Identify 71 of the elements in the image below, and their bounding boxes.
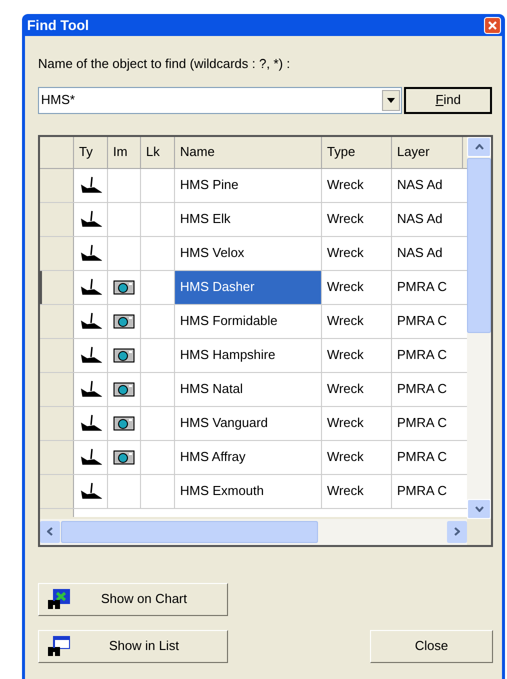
wreck-icon bbox=[80, 210, 102, 228]
layer-cell-text: PMRA C bbox=[396, 414, 448, 432]
type-cell: Wreck bbox=[322, 236, 392, 270]
type-cell: Wreck bbox=[322, 168, 392, 202]
camera-icon bbox=[113, 313, 135, 329]
type-cell: Wreck bbox=[322, 202, 392, 236]
row-header[interactable] bbox=[40, 270, 74, 304]
horizontal-scrollbar[interactable] bbox=[40, 518, 467, 544]
camera-icon bbox=[113, 279, 135, 295]
wreck-icon bbox=[80, 414, 102, 432]
layer-cell-text: PMRA C bbox=[396, 482, 448, 500]
show-on-chart-button[interactable]: Show on Chart bbox=[38, 582, 228, 616]
name-cell[interactable]: HMS Elk bbox=[175, 202, 322, 236]
wreck-icon bbox=[80, 312, 102, 330]
type-cell: Wreck bbox=[322, 474, 392, 508]
type-cell: Wreck bbox=[322, 406, 392, 440]
name-cell[interactable]: HMS Dasher bbox=[175, 270, 322, 304]
name-cell[interactable]: HMS Formidable bbox=[175, 304, 322, 338]
camera-icon bbox=[113, 381, 135, 397]
type-cell: Wreck bbox=[322, 338, 392, 372]
wreck-icon bbox=[80, 176, 102, 194]
camera-icon bbox=[113, 347, 135, 363]
name-cell[interactable]: HMS Velox bbox=[175, 236, 322, 270]
wreck-icon bbox=[80, 346, 102, 364]
layer-cell-text: PMRA C bbox=[396, 448, 448, 466]
type-cell: Wreck bbox=[322, 270, 392, 304]
wreck-icon bbox=[80, 482, 102, 500]
column-header[interactable]: Im bbox=[108, 136, 141, 168]
camera-icon bbox=[113, 415, 135, 431]
layer-cell-text: PMRA C bbox=[396, 346, 448, 364]
column-header[interactable]: Name bbox=[175, 136, 322, 168]
layer-cell-text: NAS Ad bbox=[396, 244, 444, 262]
find-button[interactable]: Find bbox=[404, 86, 492, 114]
layer-cell-text: PMRA C bbox=[396, 278, 448, 296]
scroll-right-icon[interactable] bbox=[454, 527, 460, 536]
scroll-thumb[interactable] bbox=[467, 158, 491, 332]
column-header[interactable]: Layer bbox=[392, 136, 463, 168]
search-label: Name of the object to find (wildcards : ?, *) : bbox=[38, 55, 292, 73]
horizontal-scroll-thumb[interactable] bbox=[61, 520, 318, 542]
scroll-up-icon[interactable] bbox=[474, 144, 484, 150]
wreck-icon bbox=[80, 278, 102, 296]
close-icon[interactable] bbox=[484, 16, 501, 34]
layer-cell-text: NAS Ad bbox=[396, 176, 444, 194]
camera-icon bbox=[113, 449, 135, 465]
window-title: Find Tool bbox=[27, 16, 89, 34]
scroll-left-icon[interactable] bbox=[47, 527, 53, 536]
column-header[interactable]: Ty bbox=[74, 136, 108, 168]
column-header[interactable]: Lk bbox=[141, 136, 175, 168]
show-in-list-button[interactable]: Show in List bbox=[38, 630, 228, 662]
layer-cell-text: PMRA C bbox=[396, 312, 448, 330]
binoculars-chart-icon bbox=[47, 588, 71, 610]
name-cell[interactable]: HMS Vanguard bbox=[175, 406, 322, 440]
wreck-icon bbox=[80, 244, 102, 262]
binoculars-window-icon bbox=[47, 635, 71, 657]
layer-cell-text: PMRA C bbox=[396, 380, 448, 398]
type-cell: Wreck bbox=[322, 372, 392, 406]
name-cell[interactable]: HMS Natal bbox=[175, 372, 322, 406]
name-cell[interactable]: HMS Pine bbox=[175, 168, 322, 202]
close-button[interactable]: Close bbox=[370, 630, 493, 662]
type-cell: Wreck bbox=[322, 440, 392, 474]
vertical-scrollbar[interactable] bbox=[467, 136, 491, 518]
name-cell[interactable]: HMS Hampshire bbox=[175, 338, 322, 372]
layer-cell-text: NAS Ad bbox=[396, 210, 444, 228]
wreck-icon bbox=[80, 448, 102, 466]
type-cell: Wreck bbox=[322, 304, 392, 338]
column-header[interactable]: Type bbox=[322, 136, 392, 168]
name-cell[interactable]: HMS Affray bbox=[175, 440, 322, 474]
wreck-icon bbox=[80, 380, 102, 398]
name-cell[interactable]: HMS Exmouth bbox=[175, 474, 322, 508]
scroll-down-icon[interactable] bbox=[474, 506, 484, 512]
name-combo-box[interactable]: HMS* bbox=[38, 86, 402, 114]
